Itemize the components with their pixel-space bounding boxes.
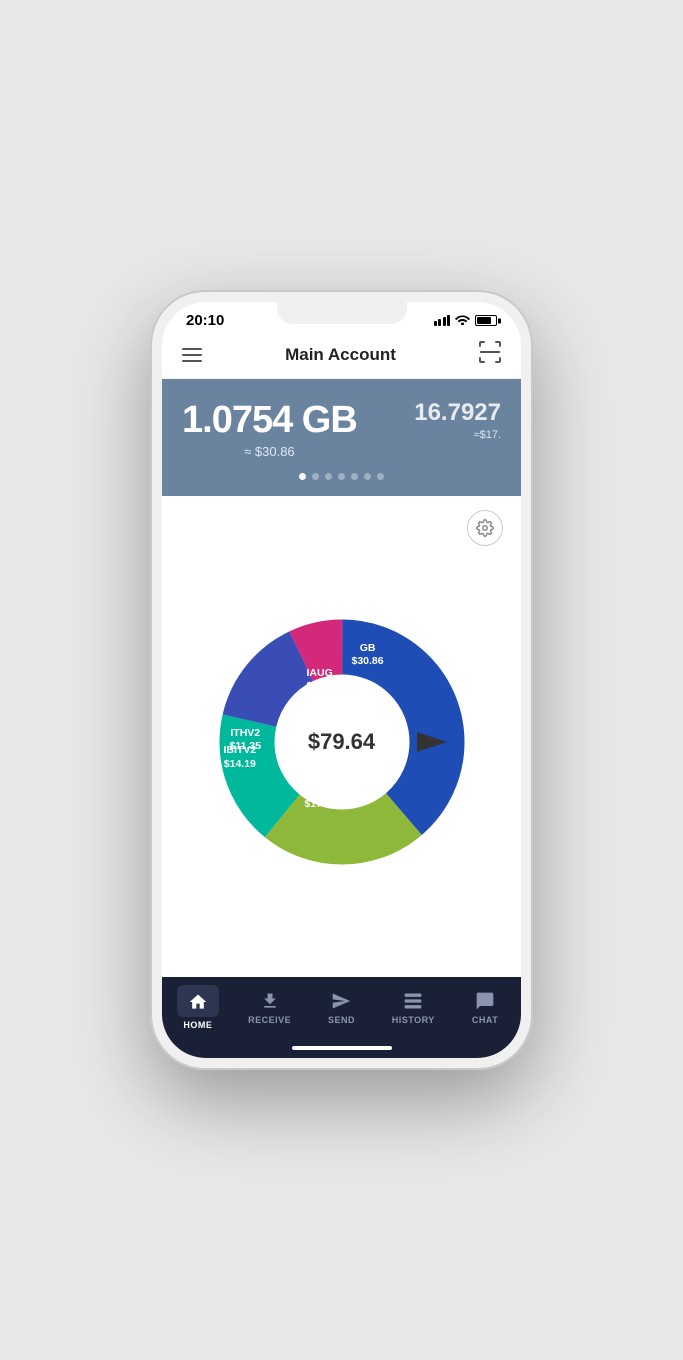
dot-6[interactable]	[364, 473, 371, 480]
nav-label-send: SEND	[328, 1015, 355, 1025]
secondary-usd: ≈$17.	[414, 429, 501, 441]
nav-item-history[interactable]: HISTORY	[386, 990, 441, 1025]
wifi-icon	[455, 313, 470, 328]
dot-5[interactable]	[351, 473, 358, 480]
phone-screen: 20:10	[162, 302, 521, 1058]
phone-frame: 20:10	[150, 290, 533, 1070]
dot-7[interactable]	[377, 473, 384, 480]
battery-icon	[475, 315, 497, 326]
secondary-amount: 16.7927	[414, 399, 501, 427]
home-indicator	[292, 1046, 392, 1050]
donut-center: $79.64	[287, 687, 397, 797]
chat-icon	[474, 990, 496, 1012]
receive-icon	[259, 990, 281, 1012]
status-icons	[434, 313, 498, 328]
primary-usd: ≈ $30.86	[182, 444, 357, 459]
nav-item-home[interactable]: HOME	[170, 985, 225, 1030]
dot-1[interactable]	[299, 473, 306, 480]
main-content: $79.64 GB $30.86 IUSDV2 $17.56 IBITV2 $1…	[162, 496, 521, 977]
banner-secondary: 16.7927 ≈$17.	[414, 399, 501, 441]
nav-label-chat: CHAT	[472, 1015, 498, 1025]
history-icon	[402, 990, 424, 1012]
dot-2[interactable]	[312, 473, 319, 480]
send-icon	[330, 990, 352, 1012]
donut-chart: $79.64 GB $30.86 IUSDV2 $17.56 IBITV2 $1…	[212, 612, 472, 872]
scan-button[interactable]	[479, 341, 501, 368]
banner: 1.0754 GB ≈ $30.86 16.7927 ≈$17.	[162, 379, 521, 496]
primary-amount: 1.0754 GB	[182, 399, 357, 442]
dot-3[interactable]	[325, 473, 332, 480]
notch	[277, 302, 407, 324]
dot-4[interactable]	[338, 473, 345, 480]
nav-label-home: HOME	[183, 1020, 212, 1030]
page-title: Main Account	[285, 345, 396, 365]
nav-label-history: HISTORY	[392, 1015, 435, 1025]
app-header: Main Account	[162, 333, 521, 379]
nav-label-receive: RECEIVE	[248, 1015, 291, 1025]
total-value: $79.64	[308, 729, 375, 755]
bottom-nav: HOME RECEIVE SEND	[162, 977, 521, 1042]
hamburger-menu-button[interactable]	[182, 348, 202, 362]
banner-primary: 1.0754 GB ≈ $30.86	[182, 399, 357, 459]
nav-item-chat[interactable]: CHAT	[458, 990, 513, 1025]
chart-container: $79.64 GB $30.86 IUSDV2 $17.56 IBITV2 $1…	[162, 496, 521, 977]
settings-button[interactable]	[467, 510, 503, 546]
nav-item-receive[interactable]: RECEIVE	[242, 990, 297, 1025]
signal-icon	[434, 315, 451, 326]
home-icon	[187, 991, 209, 1013]
nav-item-send[interactable]: SEND	[314, 990, 369, 1025]
banner-dots	[182, 473, 501, 480]
bottom-indicator	[162, 1042, 521, 1058]
status-time: 20:10	[186, 312, 224, 329]
